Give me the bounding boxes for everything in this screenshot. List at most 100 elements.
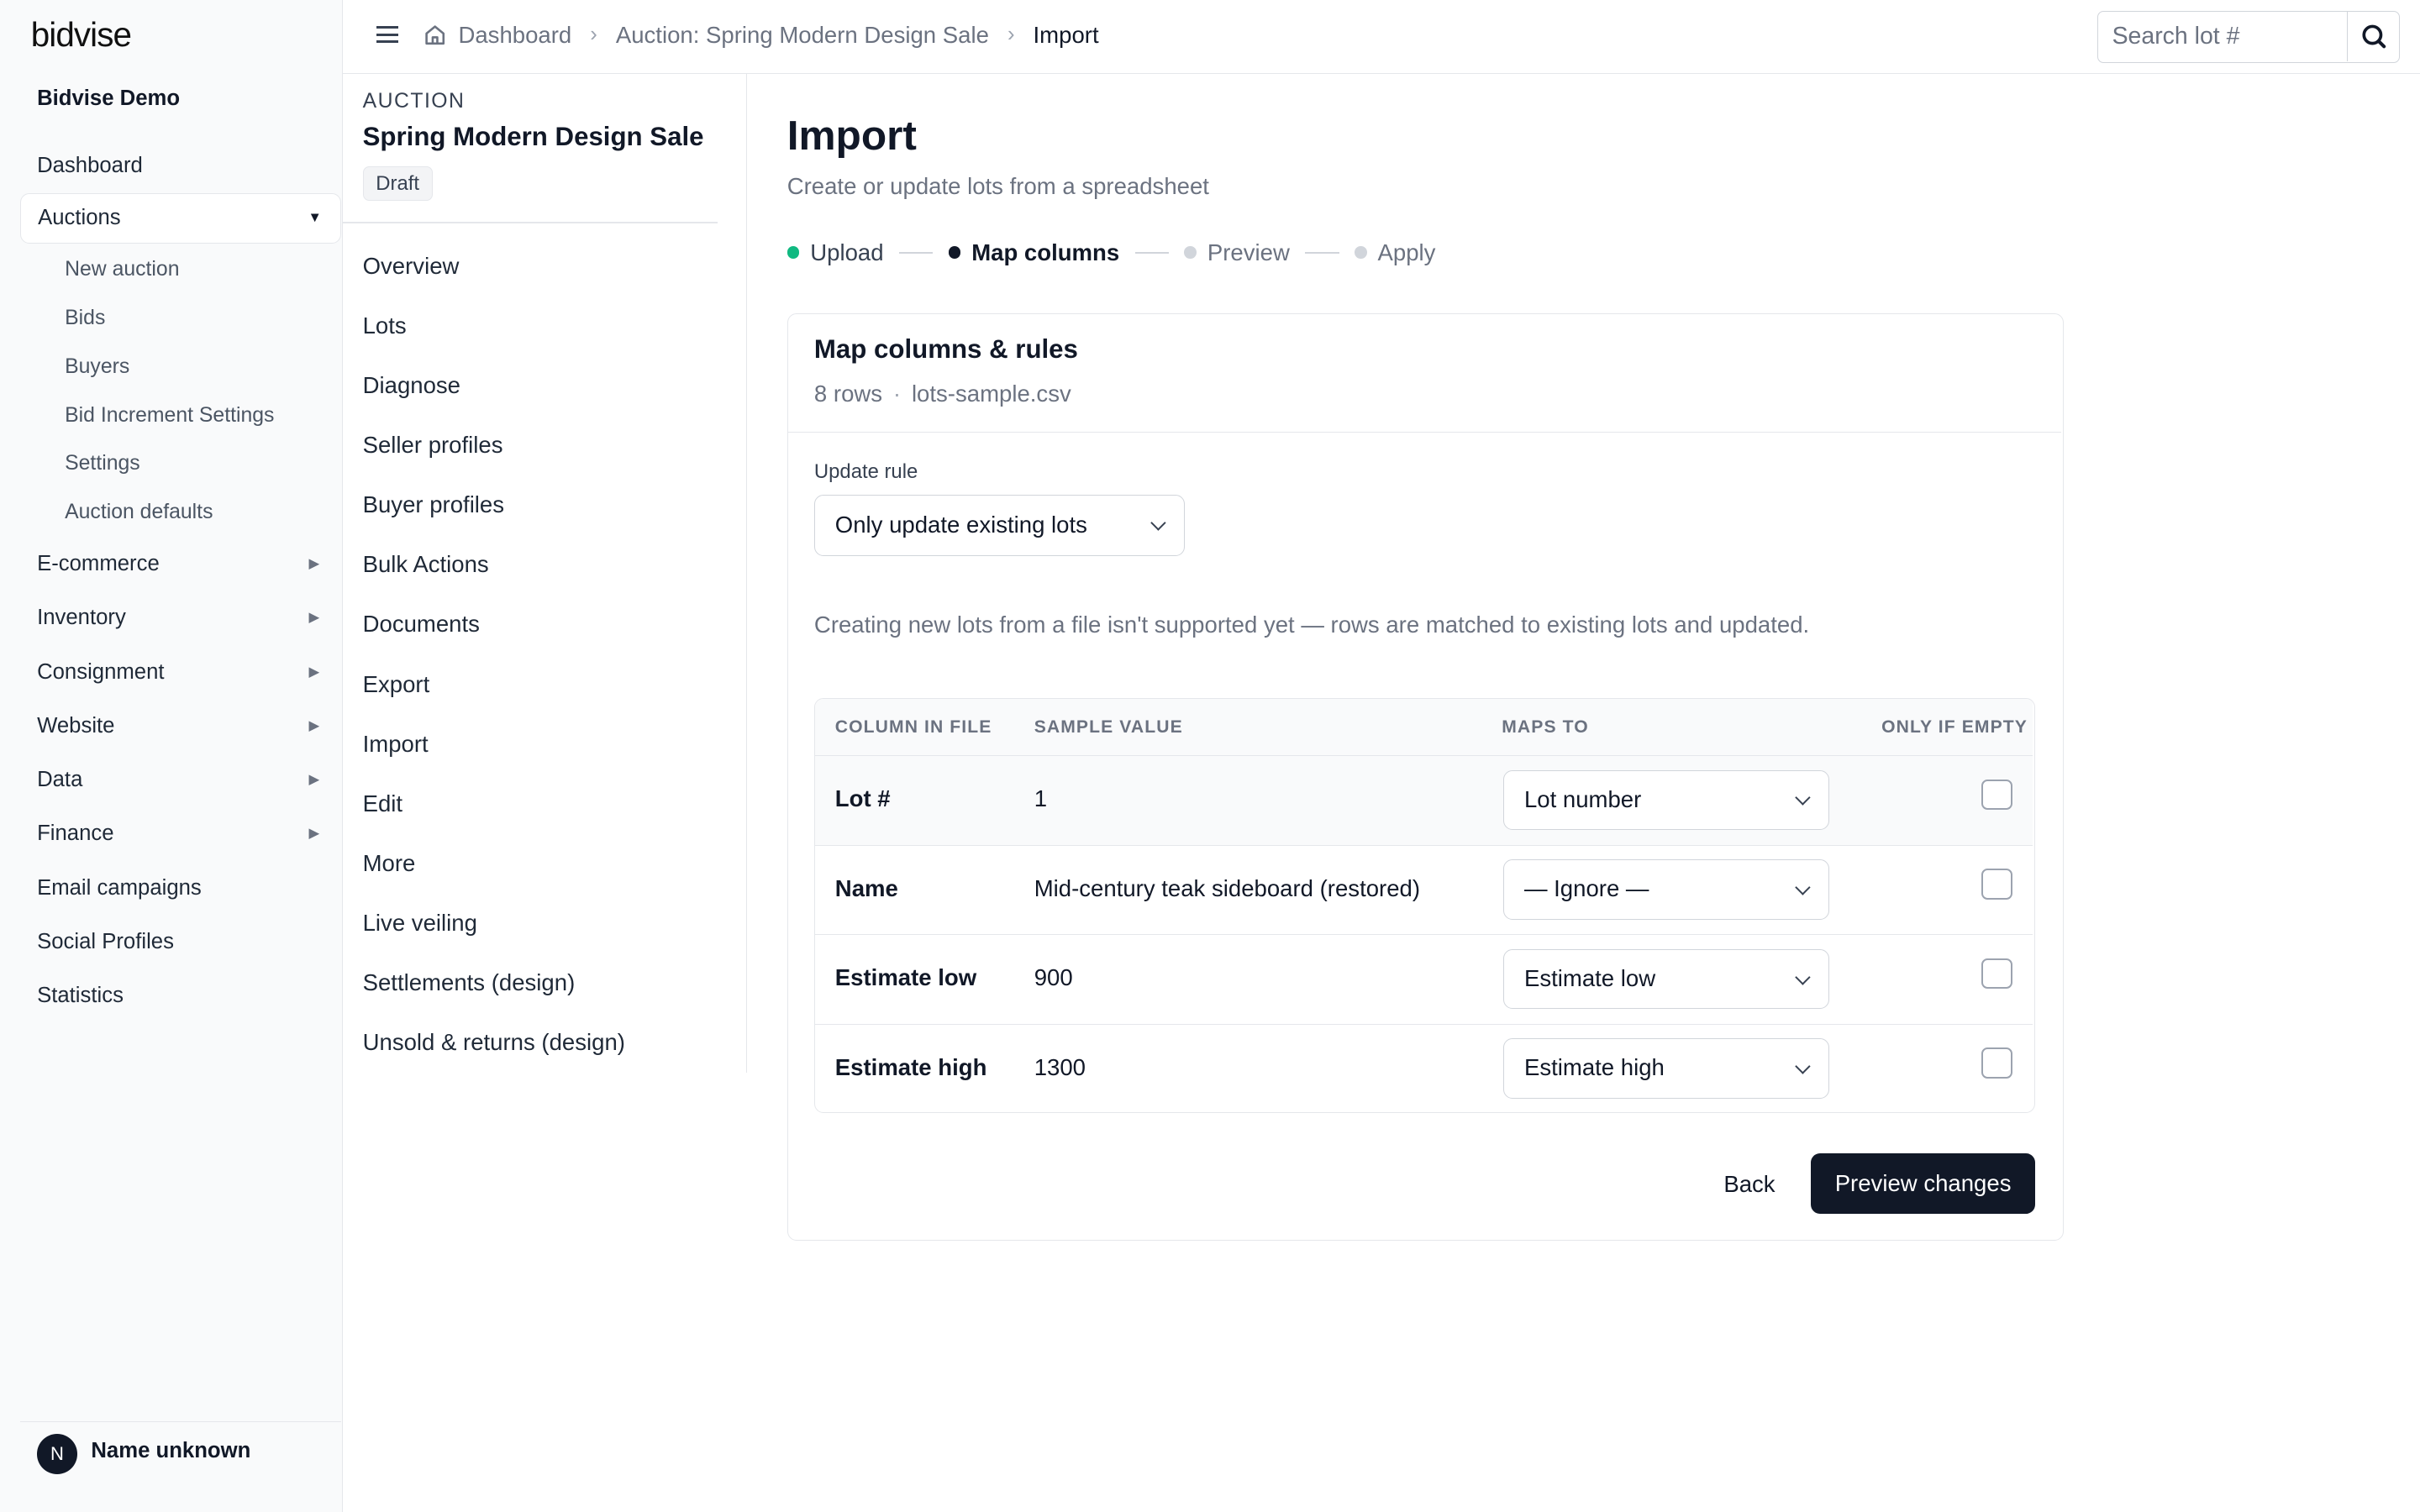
page-title: Import <box>786 112 917 160</box>
file-column-name: Estimate low <box>834 964 977 991</box>
sidebar-nav: Dashboard Auctions ▼ New auction Bids Bu… <box>19 139 341 1022</box>
column-header-only-if-empty: ONLY IF EMPTY <box>1881 717 2028 738</box>
maps-to-select[interactable]: — Ignore — <box>1503 859 1829 920</box>
sidebar-item-consignment[interactable]: Consignment ▶ <box>20 645 341 699</box>
sidebar-item-website[interactable]: Website ▶ <box>20 699 341 753</box>
maps-to-select[interactable]: Lot number <box>1503 769 1829 831</box>
column-mapping-table: COLUMN IN FILE SAMPLE VALUE MAPS TO ONLY… <box>813 698 2035 1114</box>
sidebar-subitem-settings[interactable]: Settings <box>20 439 341 488</box>
rows-count: 8 rows <box>813 380 883 407</box>
chevron-down-icon <box>1795 969 1811 985</box>
caret-right-icon: ▶ <box>308 609 320 626</box>
sidebar-item-auctions[interactable]: Auctions ▼ <box>19 192 341 244</box>
caret-right-icon: ▶ <box>308 663 320 680</box>
auction-nav-export[interactable]: Export <box>363 654 625 714</box>
sample-value: 1 <box>1034 785 1048 812</box>
user-menu[interactable]: N Name unknown <box>19 1420 341 1489</box>
chevron-right-icon: › <box>590 23 597 47</box>
select-value: — Ignore — <box>1523 875 1649 902</box>
main-sidebar: bidvise Bidvise Demo Dashboard Auctions … <box>0 0 343 1512</box>
only-if-empty-checkbox[interactable] <box>1981 958 2013 990</box>
select-value: Only update existing lots <box>834 511 1087 538</box>
step-preview: Preview <box>1184 239 1290 266</box>
search-input[interactable] <box>2098 11 2347 61</box>
map-columns-card: Map columns & rules 8 rows · lots-sample.c… <box>786 312 2064 1241</box>
auction-nav-overview[interactable]: Overview <box>363 236 625 296</box>
sidebar-item-ecommerce[interactable]: E-commerce ▶ <box>20 537 341 591</box>
sidebar-subitem-bid-increment-settings[interactable]: Bid Increment Settings <box>20 391 341 440</box>
step-label: Apply <box>1377 239 1436 265</box>
auction-nav-bulk-actions[interactable]: Bulk Actions <box>363 534 625 594</box>
sidebar-item-label: Inventory <box>37 606 126 630</box>
auction-nav-seller-profiles[interactable]: Seller profiles <box>363 415 625 475</box>
breadcrumb-dashboard-link[interactable]: Dashboard <box>458 22 571 49</box>
breadcrumb-current: Import <box>1033 21 1099 48</box>
maps-to-select[interactable]: Estimate high <box>1503 1038 1829 1099</box>
update-rule-select[interactable]: Only update existing lots <box>813 494 1185 557</box>
brand-logo[interactable]: bidvise <box>31 15 132 55</box>
breadcrumb-auction-link[interactable]: Auction: Spring Modern Design Sale <box>616 22 989 49</box>
file-column-name: Estimate high <box>834 1053 987 1080</box>
sidebar-subitem-buyers[interactable]: Buyers <box>20 343 341 391</box>
auction-nav-lots[interactable]: Lots <box>363 296 625 355</box>
organization-name: Bidvise Demo <box>37 86 181 110</box>
sidebar-subitem-auction-defaults[interactable]: Auction defaults <box>20 488 341 537</box>
auction-sidebar: AUCTION Spring Modern Design Sale Draft … <box>342 74 747 1073</box>
sidebar-item-statistics[interactable]: Statistics <box>20 969 341 1022</box>
update-rule-label: Update rule <box>813 460 918 484</box>
sidebar-item-label: Website <box>37 713 115 738</box>
auction-nav-import[interactable]: Import <box>363 714 625 774</box>
sidebar-item-label: Finance <box>37 822 114 846</box>
auction-nav-documents[interactable]: Documents <box>363 594 625 654</box>
search-icon <box>2362 24 2386 49</box>
only-if-empty-checkbox[interactable] <box>1981 869 2013 900</box>
sidebar-item-finance[interactable]: Finance ▶ <box>20 806 341 860</box>
import-stepper: Upload Map columns Preview Apply <box>786 239 1436 266</box>
sidebar-item-email-campaigns[interactable]: Email campaigns <box>20 861 341 915</box>
divider <box>342 222 718 224</box>
chevron-down-icon <box>1795 790 1811 806</box>
sidebar-item-social-profiles[interactable]: Social Profiles <box>20 915 341 969</box>
table-row: Estimate high 1300 Estimate high <box>815 1025 2033 1113</box>
only-if-empty-checkbox[interactable] <box>1981 1047 2013 1079</box>
sidebar-item-inventory[interactable]: Inventory ▶ <box>20 591 341 644</box>
dot-separator-icon: · <box>892 380 902 407</box>
file-meta: 8 rows · lots-sample.csv <box>814 381 1071 407</box>
auction-nav-diagnose[interactable]: Diagnose <box>363 355 625 415</box>
auction-nav-edit[interactable]: Edit <box>363 774 625 833</box>
select-value: Estimate high <box>1523 1054 1665 1081</box>
table-row: Name Mid-century teak sideboard (restore… <box>814 846 2033 936</box>
card-header: Map columns & rules 8 rows · lots-sample.c… <box>787 314 2061 433</box>
sidebar-subitem-new-auction[interactable]: New auction <box>20 245 341 294</box>
step-todo-dot-icon <box>1354 246 1367 260</box>
caret-down-icon: ▼ <box>308 208 322 225</box>
auction-nav-buyer-profiles[interactable]: Buyer profiles <box>363 475 625 534</box>
sidebar-item-dashboard[interactable]: Dashboard <box>20 139 341 192</box>
auction-nav-more[interactable]: More <box>363 833 625 893</box>
chevron-down-icon <box>1795 879 1811 895</box>
back-button[interactable]: Back <box>1703 1153 1796 1215</box>
step-done-dot-icon <box>786 246 800 260</box>
lot-search <box>2097 10 2401 64</box>
auction-title: Spring Modern Design Sale <box>362 122 704 152</box>
auction-kicker: AUCTION <box>362 89 466 113</box>
file-column-name: Lot # <box>834 785 891 812</box>
preview-changes-button[interactable]: Preview changes <box>1811 1153 2035 1214</box>
sidebar-item-data[interactable]: Data ▶ <box>20 753 341 806</box>
auction-nav-settlements[interactable]: Settlements (design) <box>363 953 625 1012</box>
auction-nav-unsold-returns[interactable]: Unsold & returns (design) <box>363 1012 625 1072</box>
auction-nav-live-veiling[interactable]: Live veiling <box>363 893 625 953</box>
sidebar-subitem-bids[interactable]: Bids <box>20 294 341 343</box>
sidebar-item-label: Data <box>37 768 83 792</box>
avatar: N <box>37 1434 77 1475</box>
table-row: Estimate low 900 Estimate low <box>814 935 2033 1025</box>
hamburger-menu-icon[interactable] <box>376 22 398 53</box>
page-subtitle: Create or update lots from a spreadsheet <box>786 172 1209 199</box>
sample-value: 900 <box>1034 964 1073 991</box>
maps-to-select[interactable]: Estimate low <box>1503 948 1829 1010</box>
search-button[interactable] <box>2346 11 2399 61</box>
caret-right-icon: ▶ <box>308 555 320 572</box>
only-if-empty-checkbox[interactable] <box>1981 779 2013 811</box>
chevron-down-icon <box>1150 515 1166 531</box>
step-connector <box>1134 251 1169 254</box>
